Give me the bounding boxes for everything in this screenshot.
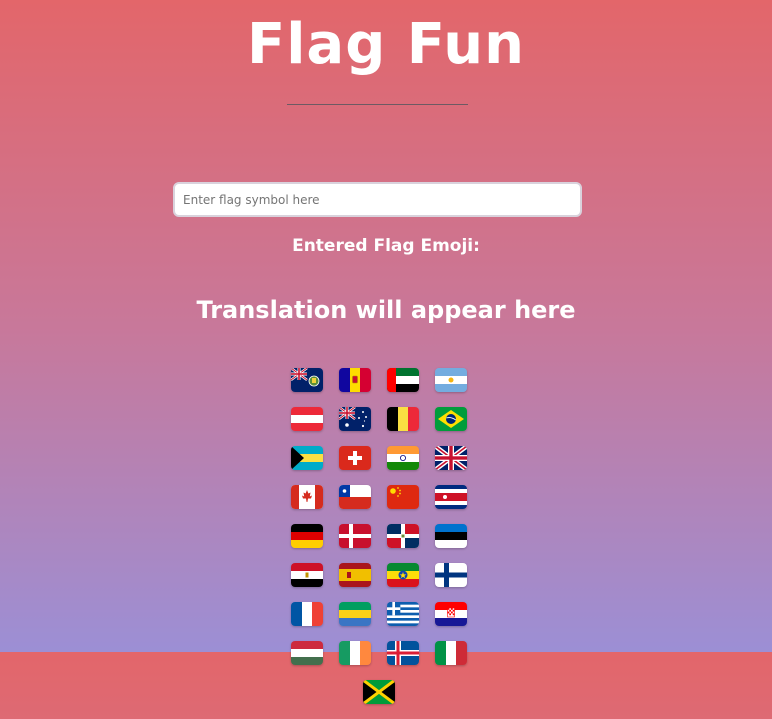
flag-input[interactable] — [173, 182, 582, 217]
flag-greece[interactable] — [387, 602, 419, 626]
flag-australia[interactable] — [339, 407, 371, 431]
flag-italy[interactable] — [435, 641, 467, 665]
flag-south-georgia[interactable] — [291, 368, 323, 392]
flag-jamaica[interactable] — [363, 680, 395, 704]
flag-germany[interactable] — [291, 524, 323, 548]
flag-brazil[interactable] — [435, 407, 467, 431]
input-container — [173, 182, 582, 217]
flag-france[interactable] — [291, 602, 323, 626]
flag-bahamas[interactable] — [291, 446, 323, 470]
page-title: Flag Fun — [246, 12, 526, 77]
flag-india[interactable] — [387, 446, 419, 470]
entered-flag-label: Entered Flag Emoji: — [292, 236, 480, 256]
flag-iceland[interactable] — [387, 641, 419, 665]
flag-andorra[interactable] — [339, 368, 371, 392]
flag-denmark[interactable] — [339, 524, 371, 548]
title-divider — [287, 104, 468, 105]
flag-gabon[interactable] — [339, 602, 371, 626]
flag-switzerland[interactable] — [339, 446, 371, 470]
flag-spain[interactable] — [339, 563, 371, 587]
flag-austria[interactable] — [291, 407, 323, 431]
flag-ireland[interactable] — [339, 641, 371, 665]
flag-chile[interactable] — [339, 485, 371, 509]
flag-ethiopia[interactable] — [387, 563, 419, 587]
flag-uae[interactable] — [387, 368, 419, 392]
flag-estonia[interactable] — [435, 524, 467, 548]
flag-egypt[interactable] — [291, 563, 323, 587]
flag-hungary[interactable] — [291, 641, 323, 665]
translation-output: Translation will appear here — [196, 296, 576, 324]
flag-croatia[interactable] — [435, 602, 467, 626]
flag-united-kingdom[interactable] — [435, 446, 467, 470]
flag-costa-rica[interactable] — [435, 485, 467, 509]
flag-dominican-republic[interactable] — [387, 524, 419, 548]
flag-grid — [264, 368, 494, 719]
flag-argentina[interactable] — [435, 368, 467, 392]
flag-canada[interactable] — [291, 485, 323, 509]
flag-finland[interactable] — [435, 563, 467, 587]
flag-belgium[interactable] — [387, 407, 419, 431]
flag-china[interactable] — [387, 485, 419, 509]
